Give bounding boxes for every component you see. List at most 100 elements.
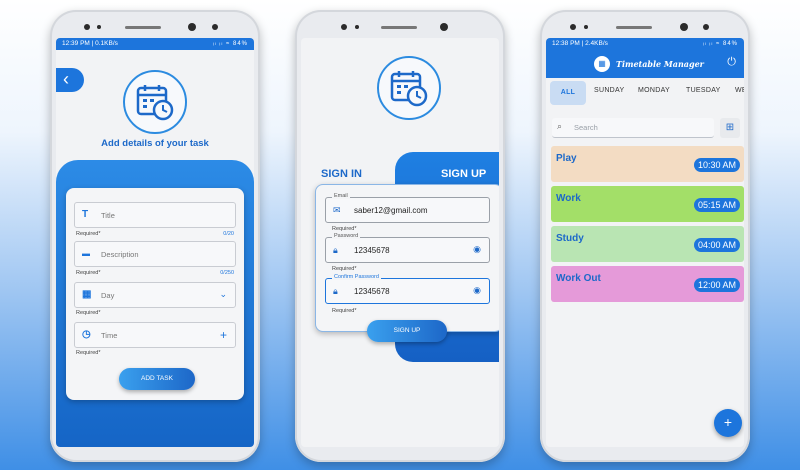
lock-icon: 🔒︎ xyxy=(333,245,338,255)
task-card[interactable]: Work Out 12:00 AM xyxy=(551,266,744,302)
task-card[interactable]: Study 04:00 AM xyxy=(551,226,744,262)
task-time: 05:15 AM xyxy=(693,198,740,212)
title-field[interactable]: T Title xyxy=(74,202,236,228)
description-icon: ▬ xyxy=(82,249,90,258)
power-icon[interactable]: ⏻ xyxy=(727,56,736,69)
status-icons: ᵢₗ ᵢₗ ≈ 84% xyxy=(212,41,248,47)
camera-dot xyxy=(84,24,90,30)
tab-wednesday[interactable]: WE xyxy=(735,87,744,94)
tab-tuesday[interactable]: TUESDAY xyxy=(686,87,721,94)
time-placeholder: Time xyxy=(101,331,118,340)
confirm-password-field[interactable]: Confirm Password 🔒︎ 12345678 ◉ xyxy=(325,274,490,304)
plus-icon[interactable]: + xyxy=(220,328,227,342)
tab-sign-in[interactable]: SIGN IN xyxy=(321,168,362,180)
grid-icon: ⊞ xyxy=(725,122,735,133)
tab-sign-up[interactable]: SIGN UP xyxy=(441,168,486,180)
confirm-password-value: 12345678 xyxy=(354,287,390,296)
back-arrow-icon: ‹ xyxy=(63,69,69,89)
title-placeholder: Title xyxy=(101,211,115,220)
status-bar: 12:39 PM | 0.1KB/s ᵢₗ ᵢₗ ≈ 84% xyxy=(56,38,254,50)
task-name: Study xyxy=(556,233,584,244)
camera-dot xyxy=(341,24,347,30)
camera-dot xyxy=(703,24,709,30)
tab-sunday[interactable]: SUNDAY xyxy=(594,87,624,94)
grid-view-button[interactable]: ⊞ xyxy=(720,118,740,138)
sensor-dot xyxy=(355,25,359,29)
task-time: 04:00 AM xyxy=(693,238,740,252)
chevron-down-icon[interactable]: ⌄ xyxy=(219,289,227,300)
form-background: T Title Required* 0/20 ▬ Description Req… xyxy=(56,160,254,447)
task-name: Work Out xyxy=(556,273,601,284)
sign-up-screen: SIGN IN SIGN UP Email ✉ saber12@gmail.co… xyxy=(301,38,499,447)
eye-off-icon[interactable]: ◉ xyxy=(473,244,481,255)
speaker-grille xyxy=(381,26,417,29)
sensor-dot xyxy=(97,25,101,29)
title-required: Required* xyxy=(76,231,101,237)
description-required: Required* xyxy=(76,270,101,276)
lock-icon: 🔒︎ xyxy=(333,286,338,296)
phone-sign-up: SIGN IN SIGN UP Email ✉ saber12@gmail.co… xyxy=(295,10,505,462)
status-icons: ᵢₗ ᵢₗ ≈ 84% xyxy=(702,41,738,47)
page-title: Add details of your task xyxy=(101,138,209,149)
day-select[interactable]: ▦ Day ⌄ xyxy=(74,282,236,308)
day-placeholder: Day xyxy=(101,291,115,300)
title-counter: 0/20 xyxy=(223,231,234,237)
calendar-clock-icon xyxy=(136,85,174,121)
sign-up-button[interactable]: SIGN UP xyxy=(367,320,447,342)
phone-add-task: 12:39 PM | 0.1KB/s ᵢₗ ᵢₗ ≈ 84% ‹ Add det… xyxy=(50,10,260,462)
app-bar: ▦ Timetable Manager ⏻ xyxy=(546,50,744,78)
status-bar: 12:38 PM | 2.4KB/s ᵢₗ ᵢₗ ≈ 84% xyxy=(546,38,744,50)
email-required: Required* xyxy=(332,226,357,232)
calendar-icon: ▦ xyxy=(594,56,610,72)
timetable-screen: 12:38 PM | 2.4KB/s ᵢₗ ᵢₗ ≈ 84% ▦ Timetab… xyxy=(546,38,744,447)
time-field[interactable]: ◷ Time + xyxy=(74,322,236,348)
camera-dot xyxy=(570,24,576,30)
front-camera xyxy=(680,23,688,31)
task-name: Work xyxy=(556,193,581,204)
task-time: 10:30 AM xyxy=(693,158,740,172)
add-task-fab[interactable]: + xyxy=(714,409,742,437)
front-camera xyxy=(188,23,196,31)
status-time: 12:39 PM | 0.1KB/s xyxy=(62,40,118,47)
task-name: Play xyxy=(556,153,577,164)
confirm-password-required: Required* xyxy=(332,308,357,314)
sign-up-form-card: Email ✉ saber12@gmail.com Required* Pass… xyxy=(315,184,499,332)
add-task-button[interactable]: ADD TASK xyxy=(119,368,195,390)
search-placeholder: Search xyxy=(574,123,598,132)
clock-icon: ◷ xyxy=(82,329,91,340)
password-label: Password xyxy=(332,233,361,239)
task-form-card: T Title Required* 0/20 ▬ Description Req… xyxy=(66,188,244,400)
eye-off-icon[interactable]: ◉ xyxy=(473,285,481,296)
speaker-grille xyxy=(125,26,161,29)
tab-monday[interactable]: MONDAY xyxy=(638,87,670,94)
password-field[interactable]: Password 🔒︎ 12345678 ◉ xyxy=(325,233,490,263)
email-value: saber12@gmail.com xyxy=(354,206,428,215)
task-card[interactable]: Work 05:15 AM xyxy=(551,186,744,222)
front-camera xyxy=(440,23,448,31)
email-field[interactable]: Email ✉ saber12@gmail.com xyxy=(325,193,490,223)
search-input[interactable]: ⌕ Search xyxy=(552,118,714,138)
app-title: Timetable Manager xyxy=(616,59,704,69)
tab-all[interactable]: ALL xyxy=(550,81,586,105)
email-label: Email xyxy=(332,193,350,199)
add-task-screen: 12:39 PM | 0.1KB/s ᵢₗ ᵢₗ ≈ 84% ‹ Add det… xyxy=(56,38,254,447)
search-icon: ⌕ xyxy=(557,121,563,131)
description-counter: 0/250 xyxy=(220,270,234,276)
calendar-logo xyxy=(123,70,187,134)
description-placeholder: Description xyxy=(101,250,139,259)
calendar-logo xyxy=(377,56,441,120)
task-time: 12:00 AM xyxy=(693,278,740,292)
task-card[interactable]: Play 10:30 AM xyxy=(551,146,744,182)
password-required: Required* xyxy=(332,266,357,272)
speaker-grille xyxy=(616,26,652,29)
mail-icon: ✉ xyxy=(333,205,341,215)
calendar-icon: ▦ xyxy=(82,289,92,300)
password-value: 12345678 xyxy=(354,246,390,255)
day-filter-tabs: ALL SUNDAY MONDAY TUESDAY WE xyxy=(546,78,744,108)
sensor-dot xyxy=(584,25,588,29)
description-field[interactable]: ▬ Description xyxy=(74,241,236,267)
back-button[interactable]: ‹ xyxy=(56,68,84,92)
status-time: 12:38 PM | 2.4KB/s xyxy=(552,40,608,47)
confirm-password-label: Confirm Password xyxy=(332,274,381,280)
text-icon: T xyxy=(82,209,89,220)
